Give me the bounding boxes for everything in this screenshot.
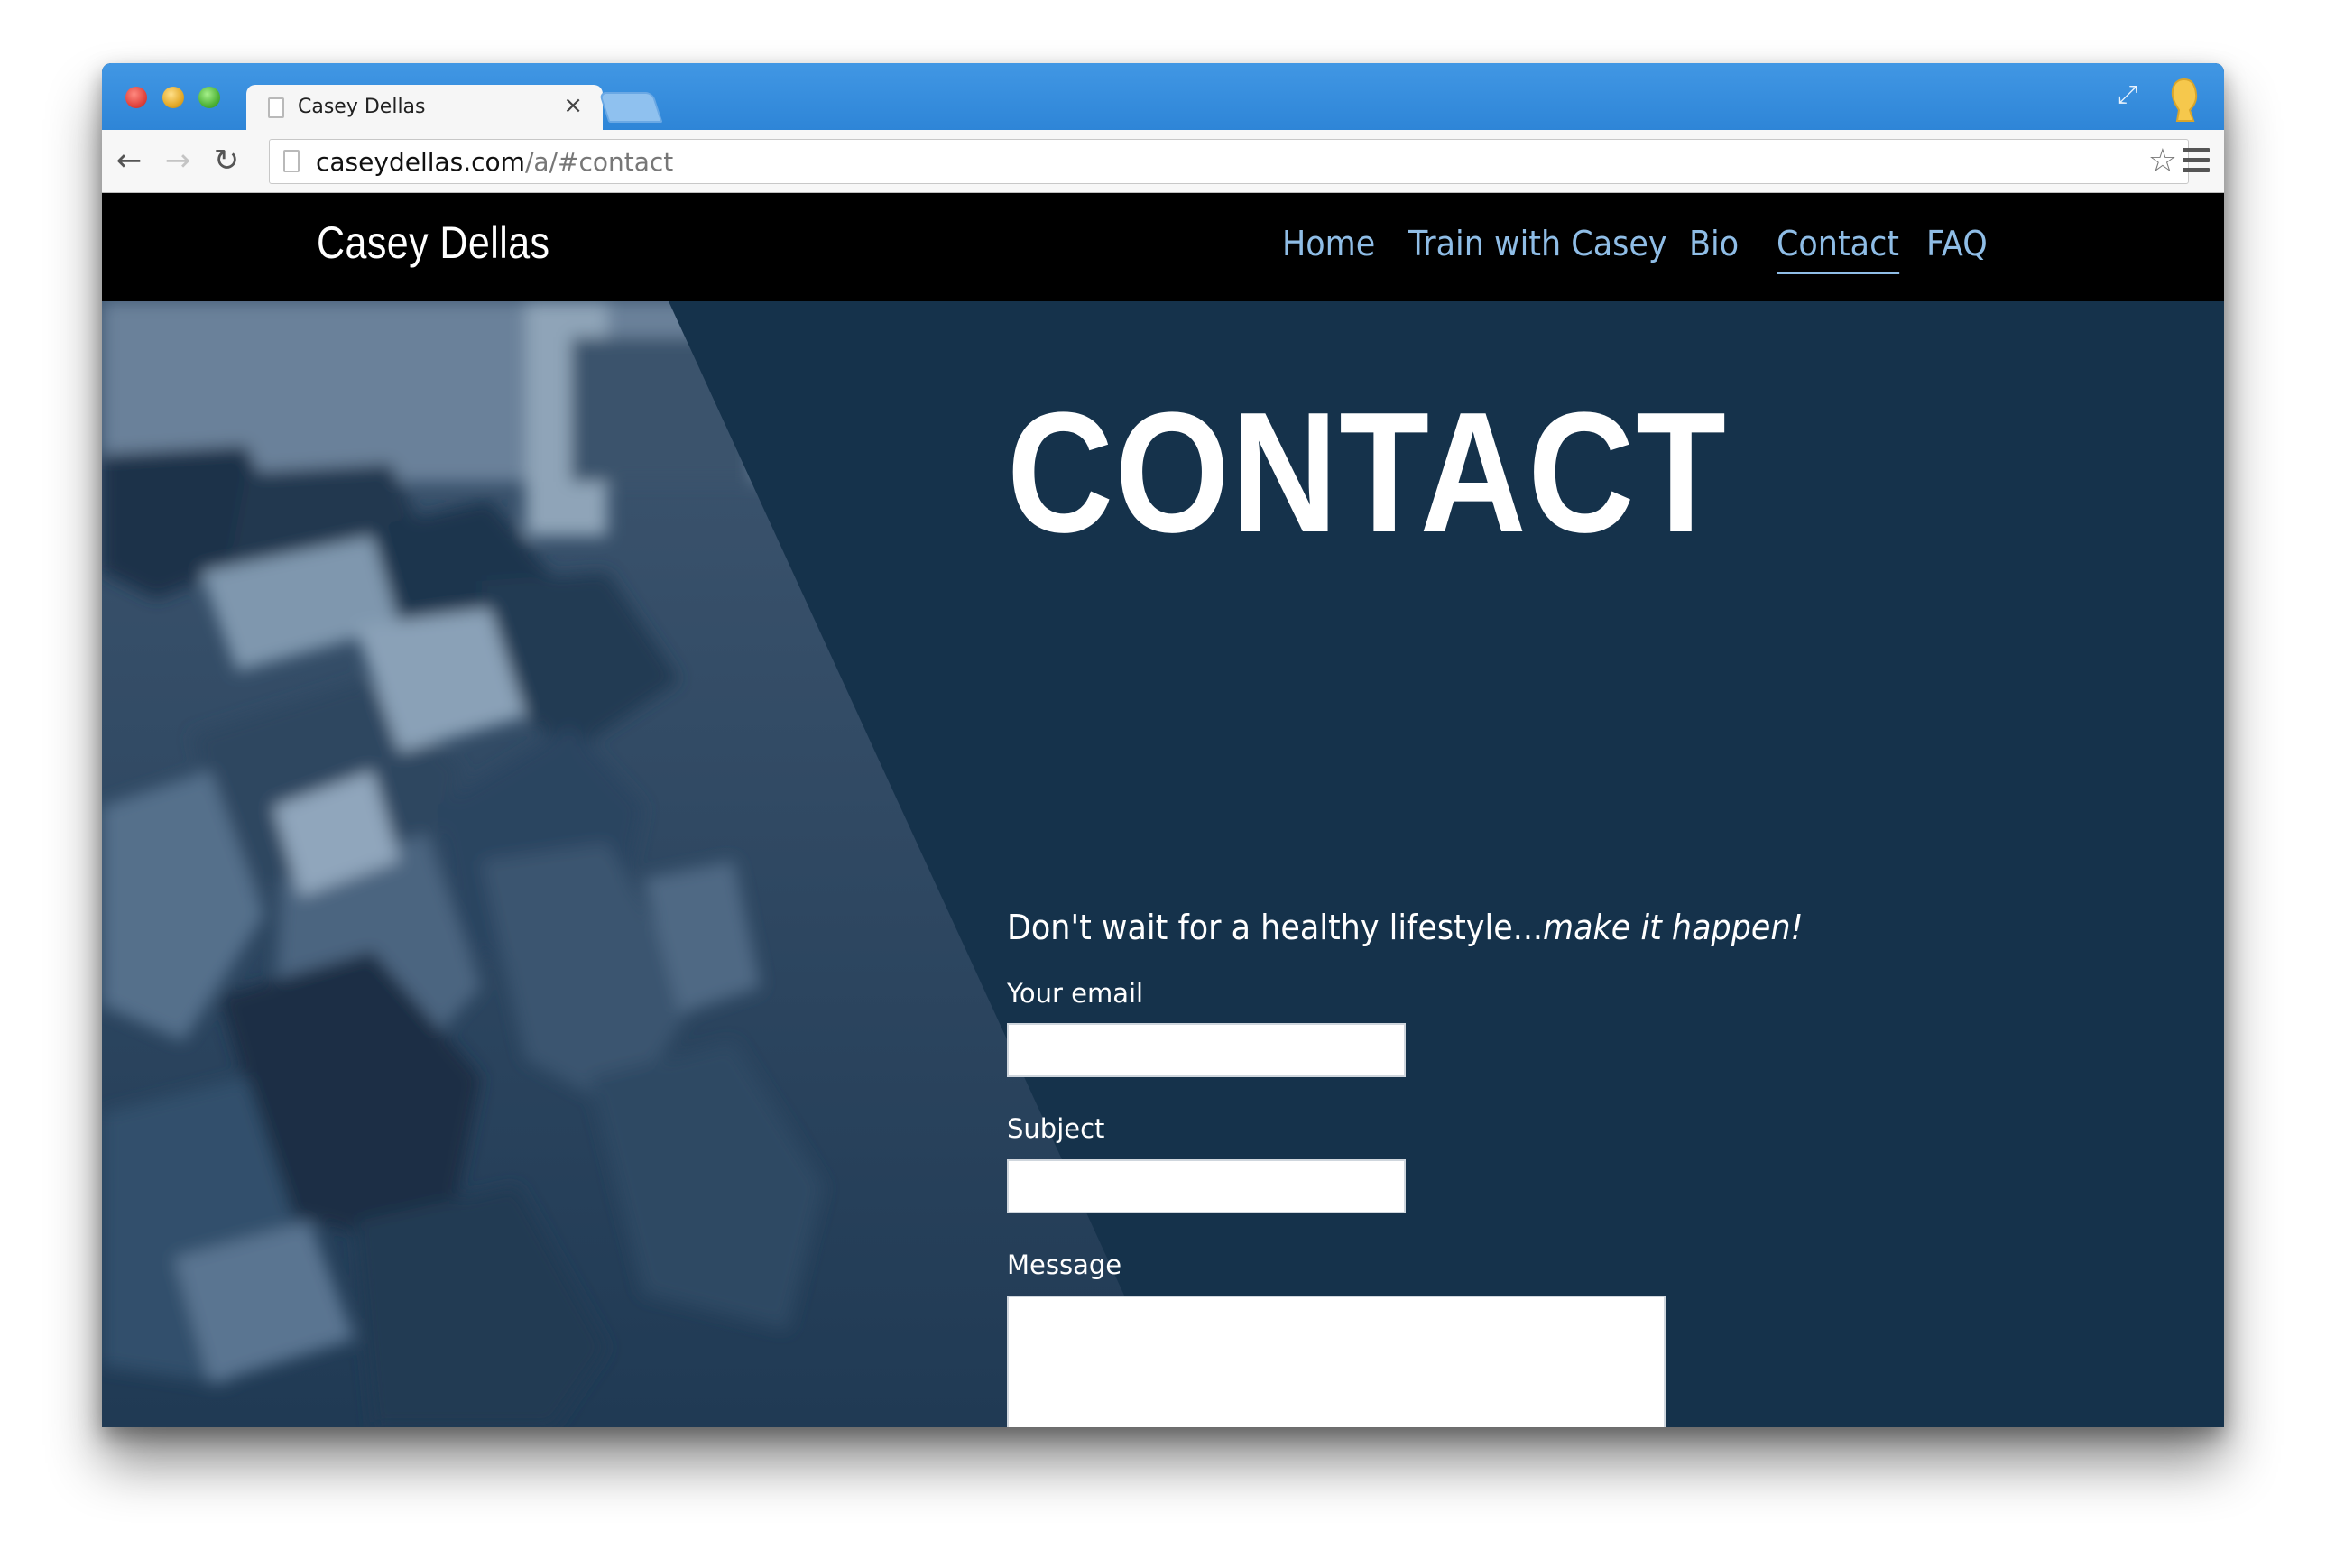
- browser-tab-active[interactable]: Casey Dellas ×: [246, 85, 603, 132]
- message-field[interactable]: [1007, 1296, 1666, 1427]
- page-icon: [268, 97, 284, 118]
- url-text[interactable]: caseydellas.com/a/#contact: [316, 147, 673, 177]
- browser-toolbar: ← → ↻ caseydellas.com/a/#contact ☆: [102, 130, 2224, 193]
- nav-bio[interactable]: Bio: [1689, 224, 1739, 263]
- tagline-emphasis: make it happen!: [1543, 908, 1804, 947]
- profile-icon[interactable]: [2164, 76, 2204, 125]
- email-label: Your email: [1007, 978, 1144, 1009]
- nav-contact[interactable]: Contact: [1777, 224, 1900, 274]
- page-viewport: Casey Dellas Home Train with Casey Bio C…: [102, 193, 2224, 1427]
- back-arrow-icon[interactable]: ←: [111, 143, 147, 179]
- menu-icon[interactable]: [2183, 148, 2211, 173]
- email-field[interactable]: [1007, 1023, 1406, 1077]
- bookmark-star-icon[interactable]: ☆: [2148, 143, 2177, 180]
- message-label: Message: [1007, 1250, 1122, 1280]
- contact-tagline: Don't wait for a healthy lifestyle...mak…: [1007, 908, 1804, 947]
- zoom-window-button[interactable]: [198, 87, 220, 108]
- tab-title: Casey Dellas: [298, 96, 426, 118]
- forward-arrow-icon[interactable]: →: [160, 143, 196, 179]
- subject-label: Subject: [1007, 1113, 1105, 1144]
- address-bar[interactable]: caseydellas.com/a/#contact ☆: [269, 139, 2189, 184]
- tab-strip: Casey Dellas × ⤢: [102, 63, 2224, 132]
- page-title: CONTACT: [1007, 377, 1728, 568]
- subject-field[interactable]: [1007, 1159, 1406, 1213]
- nav-train-with-casey[interactable]: Train with Casey: [1408, 224, 1667, 263]
- fullscreen-icon[interactable]: ⤢: [2112, 79, 2143, 110]
- nav-faq[interactable]: FAQ: [1926, 224, 1988, 263]
- reload-icon[interactable]: ↻: [208, 143, 245, 179]
- site-brand[interactable]: Casey Dellas: [317, 217, 549, 269]
- minimize-window-button[interactable]: [162, 87, 184, 108]
- url-domain: caseydellas.com: [316, 147, 525, 177]
- url-path: /a/#contact: [524, 147, 674, 177]
- browser-window: Casey Dellas × ⤢ ← → ↻ caseydellas.com/a…: [102, 63, 2224, 1427]
- page-icon: [283, 150, 300, 172]
- tagline-text: Don't wait for a healthy lifestyle...: [1007, 908, 1544, 947]
- nav-home[interactable]: Home: [1282, 224, 1375, 263]
- new-tab-button[interactable]: [598, 92, 663, 123]
- close-tab-icon[interactable]: ×: [563, 92, 583, 119]
- site-navbar: Casey Dellas Home Train with Casey Bio C…: [102, 193, 2224, 301]
- close-window-button[interactable]: [125, 87, 147, 108]
